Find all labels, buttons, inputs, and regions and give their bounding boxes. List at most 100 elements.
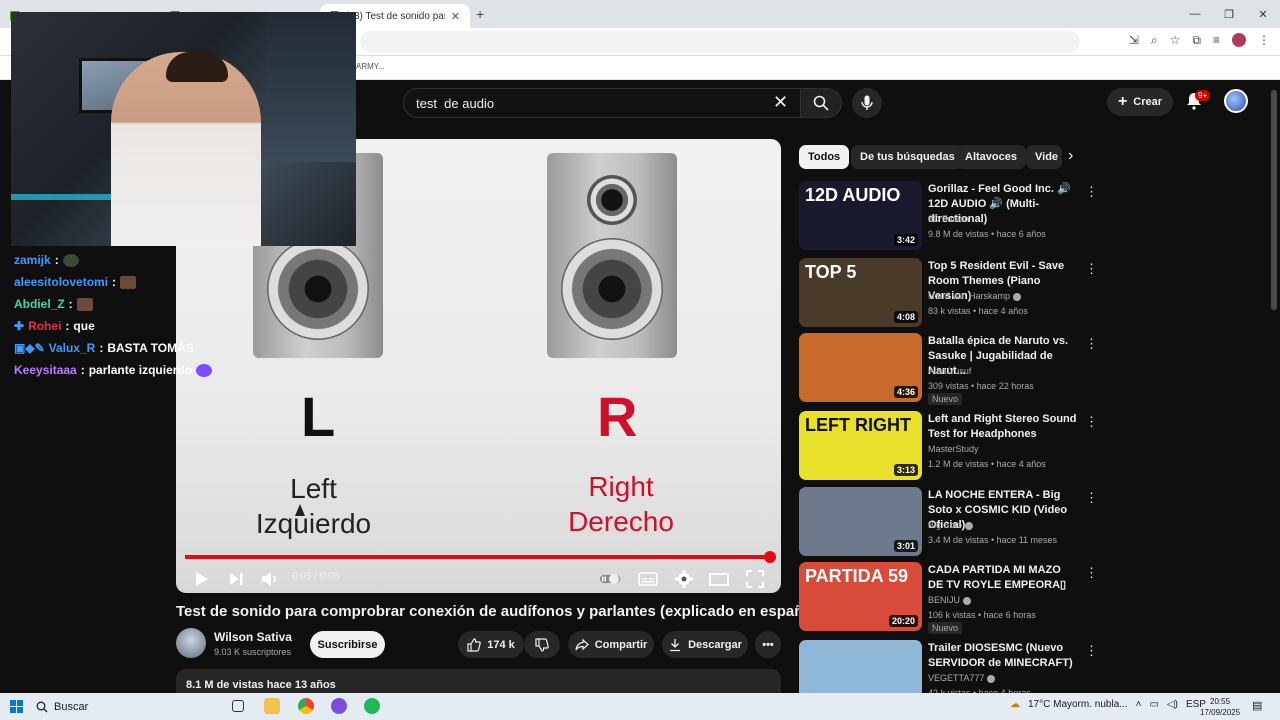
more-vertical-icon[interactable]: ⋮ — [1085, 490, 1098, 506]
play-icon[interactable] — [190, 568, 212, 590]
star-icon[interactable]: ☆ — [1170, 33, 1181, 48]
autoplay-toggle-icon[interactable] — [599, 568, 621, 590]
weather-text[interactable]: 17°C Mayorm. nubla... — [1028, 699, 1128, 710]
windows-start-icon[interactable] — [10, 700, 23, 713]
next-icon[interactable] — [225, 568, 247, 590]
network-icon[interactable]: ▭ — [1149, 699, 1158, 710]
chat-username[interactable]: Rohei — [28, 319, 61, 333]
clear-search-icon[interactable]: ✕ — [773, 92, 788, 113]
theater-mode-icon[interactable] — [708, 568, 730, 590]
like-button[interactable]: 174 k — [458, 631, 524, 658]
file-explorer-icon[interactable] — [264, 698, 280, 714]
create-button[interactable]: + Crear — [1107, 88, 1173, 116]
more-vertical-icon[interactable]: ⋮ — [1085, 184, 1098, 200]
app-icon[interactable] — [331, 698, 347, 714]
volume-icon[interactable] — [259, 568, 281, 590]
recommendation-channel[interactable]: Big Soto — [928, 520, 974, 530]
user-avatar[interactable] — [1224, 89, 1248, 113]
taskbar-clock[interactable]: 20:55 17/09/2025 — [1200, 696, 1240, 718]
recommendation-channel[interactable]: Noud van Harskamp — [928, 291, 1022, 301]
video-thumbnail[interactable]: 3:01 — [799, 487, 922, 556]
chat-username[interactable]: zamijk — [14, 253, 51, 267]
chat-username[interactable]: Keeysitaaa — [14, 363, 77, 377]
chip-altavoces[interactable]: Altavoces — [956, 145, 1026, 169]
recommendation-item[interactable]: LEFT RIGHT 3:13 Left and Right Stereo Soun… — [799, 411, 1099, 481]
chat-username[interactable]: aleesitolovetomi — [14, 275, 108, 289]
recommendation-channel[interactable]: 8D Fusion — [928, 214, 969, 224]
video-thumbnail[interactable]: LEFT RIGHT 3:13 — [799, 411, 922, 480]
recommendation-channel[interactable]: MasterStudy — [928, 444, 979, 454]
chevron-up-icon[interactable]: ˄ — [1136, 699, 1142, 710]
settings-gear-icon[interactable] — [673, 568, 695, 590]
recommendation-title[interactable]: Trailer DIOSESMC (Nuevo SERVIDOR de MINE… — [928, 641, 1078, 671]
chip-todos[interactable]: Todos — [799, 145, 850, 169]
recommendation-title[interactable]: Left and Right Stereo Sound Test for Hea… — [928, 412, 1078, 442]
recommendation-item[interactable]: 3:01 LA NOCHE ENTERA - Big Soto x COSMIC … — [799, 487, 1099, 557]
extensions-icon[interactable]: ⧉ — [1192, 33, 1201, 48]
progress-bar[interactable] — [185, 555, 770, 559]
search-input[interactable] — [416, 95, 756, 111]
task-view-icon[interactable] — [232, 700, 244, 712]
address-bar[interactable] — [360, 31, 1080, 53]
search-button[interactable] — [800, 88, 842, 118]
channel-name[interactable]: Wilson Sativa — [214, 630, 292, 644]
subscribe-button[interactable]: Suscribirse — [310, 631, 385, 658]
more-vertical-icon[interactable]: ⋮ — [1085, 414, 1098, 430]
recommendation-item[interactable]: PARTIDA 59 20:20 CADA PARTIDA MI MAZO DE T… — [799, 562, 1099, 634]
menu-icon[interactable]: ⋮ — [1258, 33, 1270, 48]
clock-date: 17/09/2025 — [1200, 708, 1241, 717]
player-controls: 0:05 / 0:05 — [176, 563, 781, 593]
more-vertical-icon[interactable]: ⋮ — [1085, 643, 1098, 659]
new-tab-button[interactable]: + — [476, 6, 484, 22]
recommendation-channel[interactable]: VEGETTA777 — [928, 673, 996, 683]
install-icon[interactable]: ⇲ — [1129, 33, 1139, 48]
chevron-right-icon[interactable]: › — [1068, 147, 1073, 165]
dislike-button[interactable] — [524, 631, 560, 658]
bookmark-item[interactable]: ARMY... — [356, 62, 385, 71]
taskbar-search[interactable]: Buscar — [36, 697, 216, 717]
recommendation-item[interactable]: 4:36 Batalla épica de Naruto vs. Sasuke |… — [799, 333, 1099, 405]
chip-videos[interactable]: Vide — [1026, 145, 1062, 169]
subtitles-icon[interactable] — [637, 568, 659, 590]
download-label: Descargar — [688, 638, 742, 651]
chip-de-tus-busquedas[interactable]: De tus búsquedas — [851, 145, 964, 169]
more-actions-button[interactable]: ••• — [755, 631, 781, 658]
page-scrollbar[interactable] — [1271, 90, 1277, 310]
profile-avatar[interactable] — [1232, 33, 1246, 47]
video-thumbnail[interactable]: TOP 5 4:08 — [799, 258, 922, 327]
voice-search-button[interactable] — [852, 88, 882, 118]
thumbnail-text: TOP 5 — [805, 262, 857, 282]
restore-icon[interactable]: ❐ — [1212, 0, 1246, 28]
chrome-icon[interactable] — [298, 698, 314, 714]
more-vertical-icon[interactable]: ⋮ — [1085, 565, 1098, 581]
right-speaker-image — [547, 153, 677, 358]
right-label: Right Derecho — [546, 469, 696, 539]
recommendation-title[interactable]: CADA PARTIDA MI MAZO DE TV ROYLE EMPEORA… — [928, 563, 1078, 593]
recommendation-item[interactable]: TOP 5 4:08 Top 5 Resident Evil - Save Room… — [799, 258, 1099, 328]
video-thumbnail[interactable]: 12D AUDIO 3:42 — [799, 181, 922, 250]
recommendation-channel[interactable]: Atha Yusuf — [928, 366, 971, 376]
video-thumbnail[interactable]: PARTIDA 59 20:20 — [799, 562, 922, 631]
share-button[interactable]: Compartir — [568, 631, 654, 658]
zoom-icon[interactable]: ⌕ — [1151, 33, 1158, 48]
chat-username[interactable]: Abdiel_Z — [14, 297, 65, 311]
media-icon[interactable]: ≡ — [1213, 33, 1220, 48]
close-window-icon[interactable]: ✕ — [1246, 0, 1280, 28]
minimize-icon[interactable]: — — [1178, 0, 1212, 28]
channel-avatar[interactable] — [176, 628, 206, 658]
download-button[interactable]: Descargar — [662, 631, 748, 658]
verified-check-icon — [1013, 292, 1022, 301]
spotify-icon[interactable] — [364, 698, 380, 714]
search-box[interactable] — [403, 88, 801, 118]
fullscreen-icon[interactable] — [744, 568, 766, 590]
more-vertical-icon[interactable]: ⋮ — [1085, 336, 1098, 352]
recommendation-item[interactable]: 12D AUDIO 3:42 Gorillaz - Feel Good Inc. 🔊… — [799, 181, 1099, 251]
scrubber-handle[interactable] — [764, 551, 776, 563]
recommendation-channel[interactable]: BENIJU — [928, 595, 972, 605]
notifications-icon[interactable]: ▤ — [1252, 699, 1262, 712]
video-thumbnail[interactable]: 4:36 — [799, 333, 922, 402]
close-tab-icon[interactable]: ✕ — [451, 10, 460, 23]
chat-username[interactable]: Valux_R — [49, 341, 96, 355]
more-vertical-icon[interactable]: ⋮ — [1085, 261, 1098, 277]
speaker-icon[interactable]: ◁) — [1167, 699, 1178, 710]
